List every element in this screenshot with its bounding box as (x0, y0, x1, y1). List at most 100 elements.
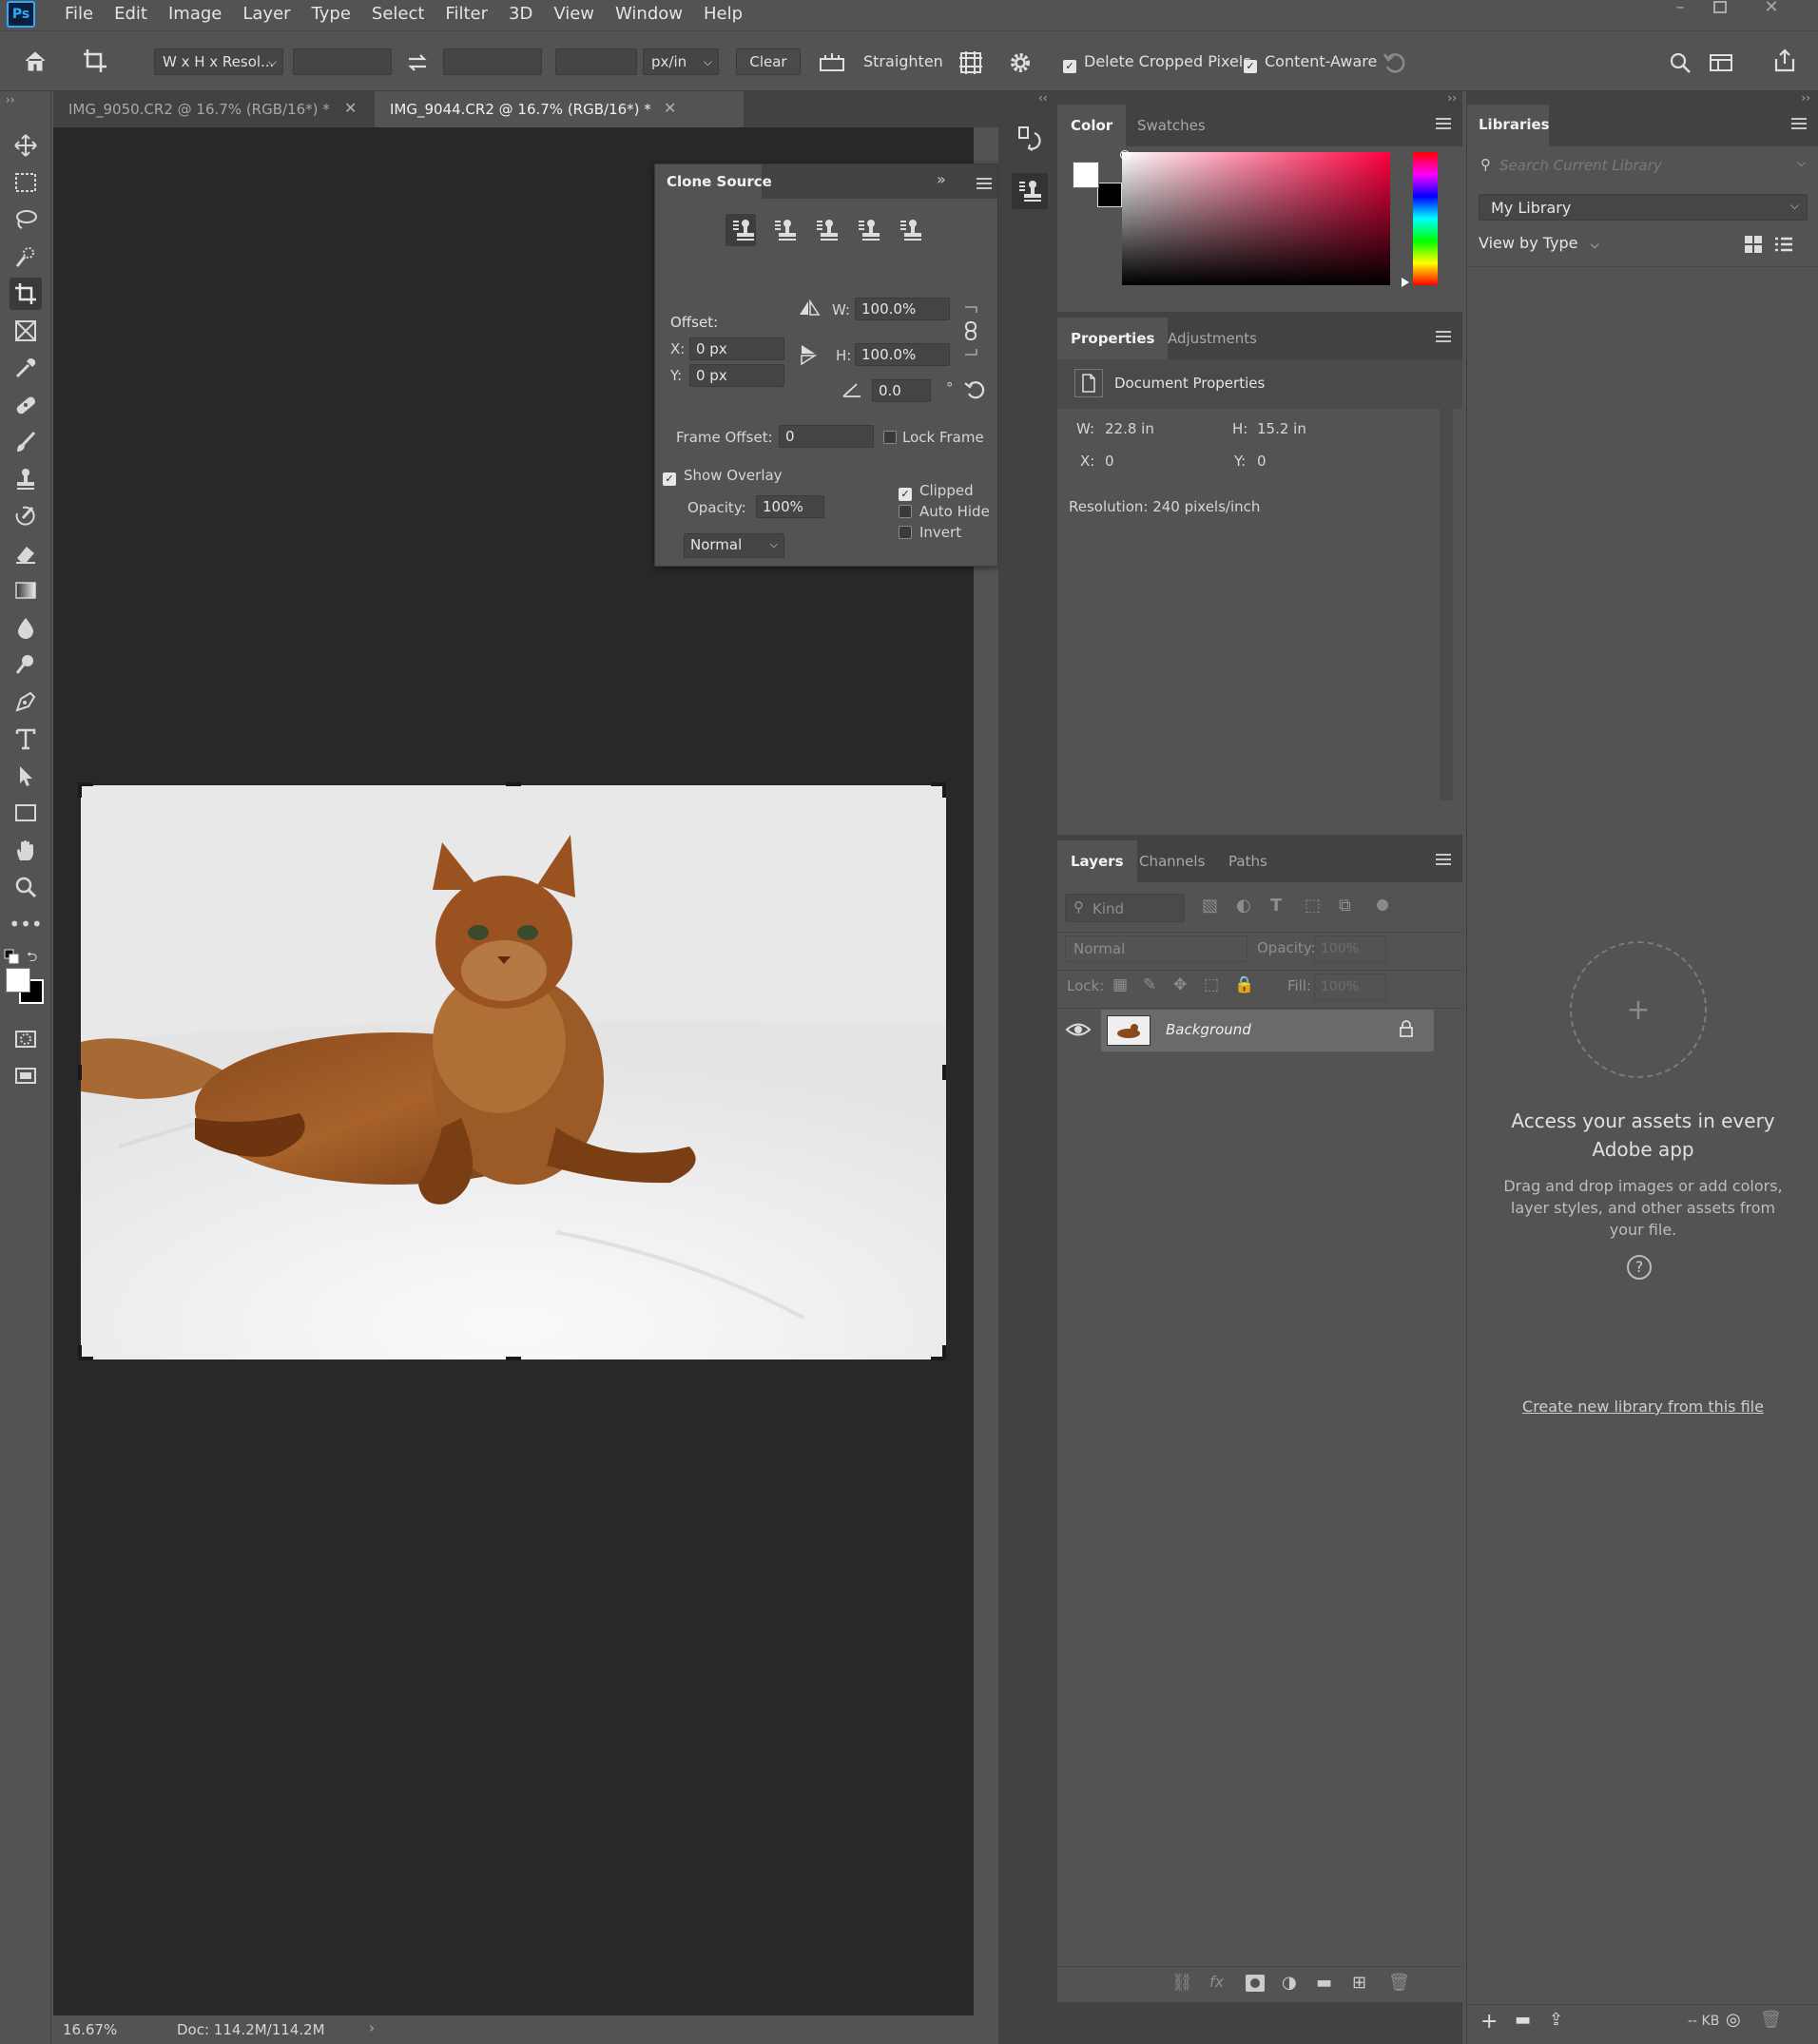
content-aware-checkbox[interactable]: ✓ (1244, 55, 1257, 73)
menu-help[interactable]: Help (693, 0, 753, 29)
lock-artboard-icon[interactable]: ⬚ (1204, 975, 1219, 994)
rectangle-tool[interactable] (10, 797, 42, 829)
gradient-tool[interactable] (10, 574, 42, 607)
lock-transparent-icon[interactable]: ▦ (1112, 975, 1128, 994)
hue-slider[interactable] (1413, 152, 1438, 285)
prop-h-value[interactable]: 15.2 in (1257, 420, 1306, 437)
clone-source-5-button[interactable] (899, 218, 921, 242)
add-mask-icon[interactable] (1246, 1975, 1265, 1992)
swap-colors-icon[interactable]: ⮌ (27, 947, 37, 970)
dodge-tool[interactable] (10, 648, 42, 681)
crop-handle-bottom-right[interactable] (942, 1345, 946, 1360)
crop-handle-bottom-left[interactable] (78, 1345, 82, 1360)
menu-3d[interactable]: 3D (498, 0, 543, 29)
zoom-level[interactable]: 16.67% (63, 2021, 117, 2038)
color-picker-marker[interactable] (1120, 150, 1130, 160)
filter-pixel-icon[interactable]: ▧ (1202, 896, 1218, 916)
lock-all-icon[interactable]: 🔒 (1234, 975, 1254, 994)
color-field[interactable] (1122, 152, 1390, 285)
filter-smart-object-icon[interactable]: ⧉ (1339, 896, 1351, 916)
document-image[interactable] (81, 785, 946, 1359)
layer-style-icon[interactable]: fx (1209, 1973, 1224, 1991)
collapse-left-icon[interactable]: ‹‹ (1038, 91, 1048, 105)
flip-vertical-icon[interactable] (798, 343, 821, 366)
tab-swatches[interactable]: Swatches (1124, 105, 1219, 146)
auto-hide-checkbox[interactable] (899, 505, 912, 522)
close-tab-icon[interactable]: ✕ (344, 99, 357, 117)
clipped-checkbox[interactable]: ✓ (899, 484, 912, 501)
hand-tool[interactable] (10, 834, 42, 866)
eyedropper-tool[interactable] (10, 352, 42, 384)
height-input[interactable] (443, 48, 542, 75)
resolution-input[interactable] (555, 48, 637, 75)
crop-handle-top-right[interactable] (942, 782, 946, 798)
collapse-panel-icon[interactable]: » (937, 170, 946, 188)
layer-visibility-toggle[interactable] (1057, 1008, 1099, 1051)
expand-toolbar-icon[interactable]: ›› (6, 93, 15, 106)
overlay-grid-button[interactable] (957, 48, 985, 77)
home-button[interactable] (21, 47, 49, 75)
add-element-icon[interactable]: + (1480, 2010, 1498, 2034)
straighten-icon[interactable] (818, 48, 846, 77)
close-tab-icon[interactable]: ✕ (664, 99, 676, 117)
more-tools-icon[interactable]: ••• (9, 908, 42, 940)
menu-select[interactable]: Select (361, 0, 435, 29)
crop-handle-bottom[interactable] (506, 1357, 521, 1360)
library-select[interactable]: My Library ⌵ (1479, 194, 1808, 221)
overlay-opacity-input[interactable]: 100% (756, 495, 824, 518)
filter-shape-icon[interactable]: ⬚ (1305, 896, 1321, 916)
workspace-button[interactable] (1708, 48, 1736, 77)
grid-view-button[interactable] (1743, 234, 1764, 255)
tab-channels[interactable]: Channels (1126, 840, 1218, 882)
expand-libraries-icon[interactable]: ›› (1801, 91, 1810, 105)
panel-menu-icon[interactable] (1791, 118, 1807, 132)
clone-source-4-button[interactable] (857, 218, 880, 242)
menu-layer[interactable]: Layer (232, 0, 300, 29)
prop-x-value[interactable]: 0 (1105, 453, 1114, 470)
tab-paths[interactable]: Paths (1215, 840, 1281, 882)
upload-icon[interactable]: ⇪ (1549, 2010, 1563, 2030)
pen-tool[interactable] (10, 685, 42, 718)
lock-brush-icon[interactable]: ✎ (1143, 975, 1156, 994)
layer-blend-mode-select[interactable]: Normal (1065, 935, 1247, 962)
tab-color[interactable]: Color (1057, 105, 1127, 146)
layer-opacity-input[interactable]: 100% (1314, 935, 1386, 962)
scale-width-input[interactable]: 100.0% (855, 298, 950, 320)
delete-layer-icon[interactable]: 🗑 (1388, 1973, 1410, 1993)
menu-image[interactable]: Image (158, 0, 232, 29)
swap-button[interactable] (403, 48, 432, 77)
zoom-tool[interactable] (10, 871, 42, 903)
menu-type[interactable]: Type (301, 0, 361, 29)
move-tool[interactable] (10, 129, 42, 162)
reset-transform-button[interactable] (963, 379, 986, 400)
crop-settings-button[interactable] (1006, 48, 1035, 77)
panel-menu-icon[interactable] (1436, 118, 1451, 132)
layer-name[interactable]: Background (1166, 1021, 1251, 1038)
straighten-button[interactable]: Straighten (863, 52, 943, 70)
create-library-link[interactable]: Create new library from this file (1486, 1398, 1800, 1416)
properties-scrollbar[interactable] (1440, 409, 1453, 800)
fill-input[interactable]: 100% (1314, 974, 1386, 1000)
foreground-color-chip[interactable] (1073, 162, 1099, 188)
crop-tool[interactable] (10, 278, 42, 310)
rotation-angle-input[interactable]: 0.0 (872, 379, 931, 402)
share-button[interactable] (1770, 47, 1799, 75)
menu-window[interactable]: Window (605, 0, 693, 29)
crop-handle-right[interactable] (942, 1065, 946, 1080)
screen-mode-button[interactable] (10, 1060, 42, 1092)
reset-button[interactable] (1381, 48, 1409, 77)
path-selection-tool[interactable] (10, 760, 42, 792)
crop-handle-left[interactable] (78, 1065, 82, 1080)
eraser-tool[interactable] (10, 537, 42, 569)
creative-cloud-icon[interactable]: ◎ (1726, 2010, 1741, 2030)
frame-offset-input[interactable]: 0 (779, 425, 874, 448)
document-tab-img-9044[interactable]: IMG_9044.CR2 @ 16.7% (RGB/16*) * (375, 91, 744, 127)
new-layer-icon[interactable]: ⊞ (1352, 1973, 1366, 1993)
lasso-tool[interactable] (10, 203, 42, 236)
width-input[interactable] (293, 48, 392, 75)
maximize-button[interactable] (1700, 0, 1740, 19)
lock-position-icon[interactable]: ✥ (1173, 975, 1187, 994)
menu-view[interactable]: View (543, 0, 605, 29)
background-color-chip[interactable] (1097, 183, 1122, 207)
search-button[interactable] (1666, 48, 1694, 77)
